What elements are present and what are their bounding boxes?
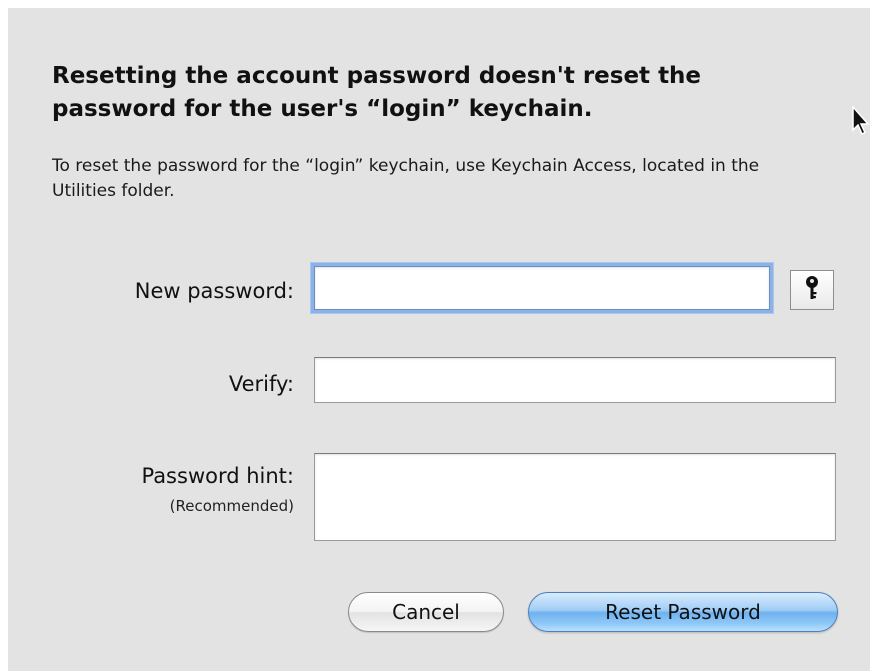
password-hint-label: Password hint: xyxy=(141,464,294,488)
reset-password-sheet: Resetting the account password doesn't r… xyxy=(8,8,870,671)
dialog-heading: Resetting the account password doesn't r… xyxy=(52,63,702,122)
mouse-pointer-icon xyxy=(852,105,870,141)
reset-password-button[interactable]: Reset Password xyxy=(528,592,838,632)
cancel-button[interactable]: Cancel xyxy=(348,592,504,632)
verify-field[interactable] xyxy=(314,357,836,403)
key-icon xyxy=(804,275,820,306)
password-hint-field[interactable] xyxy=(314,453,836,541)
password-hint-recommended-label: (Recommended) xyxy=(169,497,294,515)
verify-label: Verify: xyxy=(228,372,294,396)
password-assistant-button[interactable] xyxy=(790,270,834,310)
new-password-field[interactable] xyxy=(314,266,770,310)
dialog-message: To reset the password for the “login” ke… xyxy=(52,156,760,201)
new-password-label: New password: xyxy=(134,279,294,303)
